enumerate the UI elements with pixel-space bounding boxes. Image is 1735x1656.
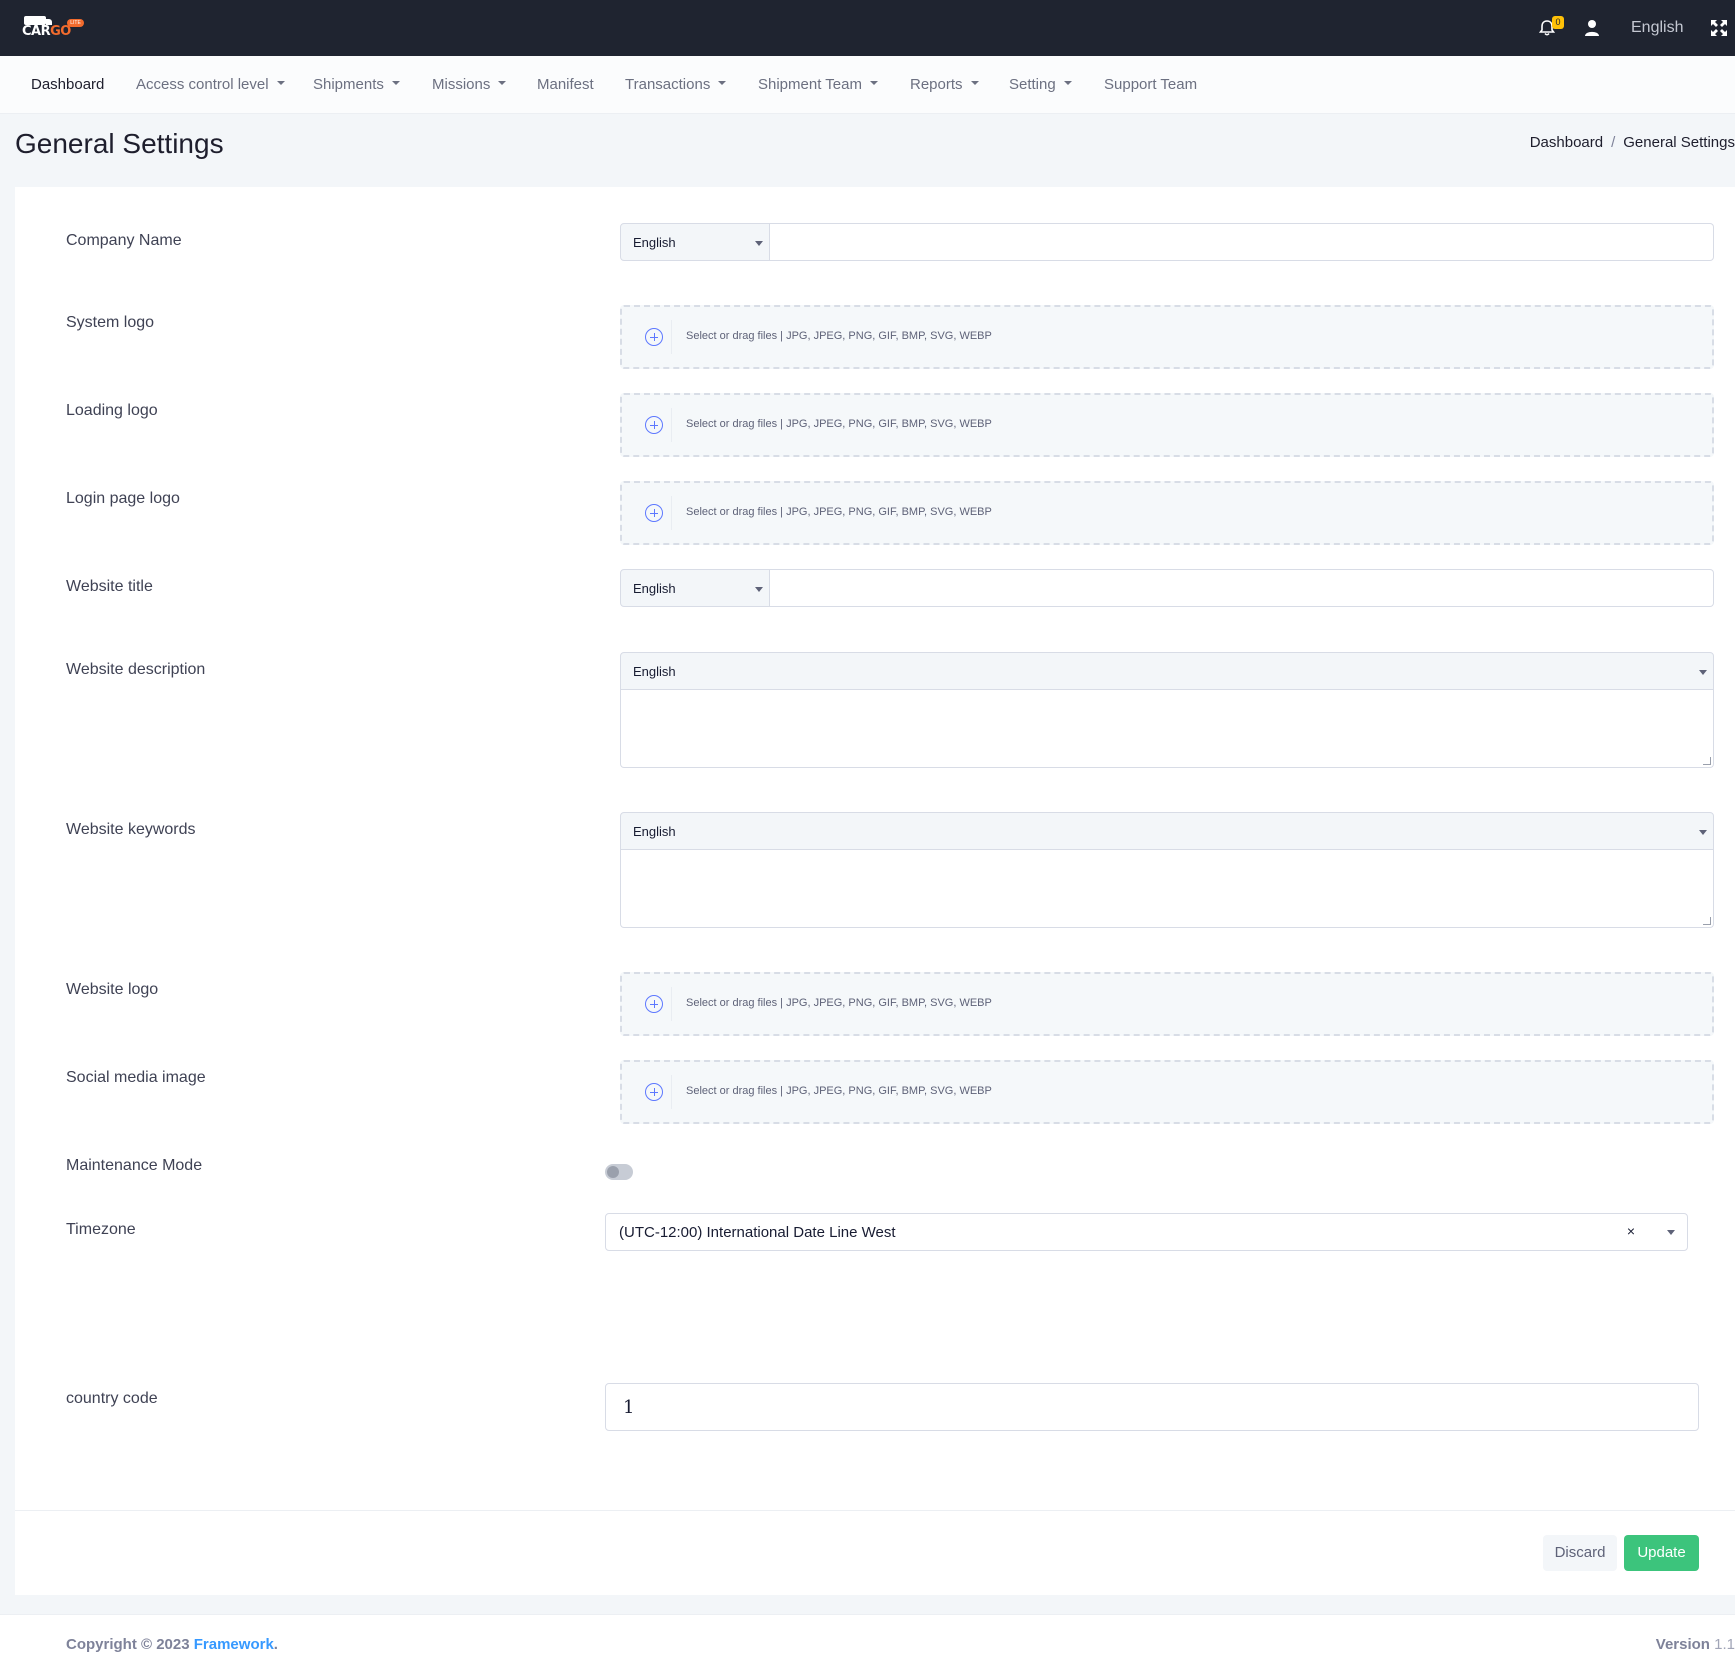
breadcrumb: Dashboard / General Settings — [1529, 134, 1735, 151]
system-logo-upload[interactable]: Select or drag files | JPG, JPEG, PNG, G… — [620, 305, 1714, 369]
social-media-image-label: Social media image — [66, 1069, 206, 1086]
dropdown-arrow-icon — [1699, 830, 1707, 835]
nav-access-control-level[interactable]: Access control level — [136, 76, 285, 93]
caret-down-icon — [718, 81, 727, 86]
nav-manifest[interactable]: Manifest — [537, 76, 594, 93]
country-code-label: country code — [66, 1390, 158, 1407]
resize-handle-icon[interactable] — [1703, 917, 1711, 925]
caret-down-icon — [1063, 81, 1072, 86]
caret-down-icon — [276, 81, 285, 86]
login-page-logo-upload[interactable]: Select or drag files | JPG, JPEG, PNG, G… — [620, 481, 1714, 545]
toggle-knob — [607, 1166, 619, 1178]
loading-logo-label: Loading logo — [66, 402, 158, 419]
nav-shipment-team[interactable]: Shipment Team — [758, 76, 878, 93]
maintenance-mode-label: Maintenance Mode — [66, 1157, 203, 1174]
breadcrumb-current: General Settings — [1623, 134, 1735, 151]
caret-down-icon — [498, 81, 507, 86]
country-code-input[interactable]: 1 — [605, 1383, 1699, 1431]
plus-circle-icon — [645, 995, 663, 1013]
cargo-logo[interactable]: CARGO LITE — [22, 14, 88, 44]
dropdown-arrow-icon — [755, 241, 763, 246]
upload-hint: Select or drag files | JPG, JPEG, PNG, G… — [686, 418, 992, 430]
resize-handle-icon[interactable] — [1703, 757, 1711, 765]
caret-down-icon — [970, 81, 979, 86]
timezone-label: Timezone — [66, 1221, 136, 1238]
plus-circle-icon — [645, 1083, 663, 1101]
fullscreen-icon[interactable] — [1710, 19, 1728, 37]
website-title-label: Website title — [66, 578, 153, 595]
login-page-logo-label: Login page logo — [66, 490, 180, 507]
website-keywords-textarea[interactable] — [620, 850, 1714, 928]
nav-transactions[interactable]: Transactions — [625, 76, 727, 93]
website-description-textarea[interactable] — [620, 690, 1714, 768]
breadcrumb-dashboard[interactable]: Dashboard — [1530, 134, 1603, 151]
plus-circle-icon — [645, 328, 663, 346]
timezone-select[interactable]: (UTC-12:00) International Date Line West… — [605, 1213, 1688, 1251]
page-title: General Settings — [15, 128, 224, 159]
upload-hint: Select or drag files | JPG, JPEG, PNG, G… — [686, 330, 992, 342]
user-icon[interactable] — [1582, 18, 1602, 38]
main-nav: Dashboard Access control level Shipments… — [0, 56, 1735, 114]
nav-missions[interactable]: Missions — [432, 76, 507, 93]
website-description-language-select[interactable]: English — [620, 652, 1714, 690]
plus-circle-icon — [645, 416, 663, 434]
logo-wordmark: CARGO — [22, 24, 71, 39]
logo-badge: LITE — [67, 19, 84, 27]
website-title-input[interactable] — [770, 569, 1714, 607]
company-name-language-select[interactable]: English — [620, 223, 770, 261]
social-media-image-upload[interactable]: Select or drag files | JPG, JPEG, PNG, G… — [620, 1060, 1714, 1124]
framework-link[interactable]: Framework — [194, 1636, 274, 1653]
upload-hint: Select or drag files | JPG, JPEG, PNG, G… — [686, 997, 992, 1009]
system-logo-label: System logo — [66, 314, 155, 331]
clear-icon[interactable]: × — [1627, 1223, 1635, 1239]
dropdown-arrow-icon — [1699, 670, 1707, 675]
dropdown-arrow-icon — [755, 587, 763, 592]
website-keywords-label: Website keywords — [66, 821, 196, 838]
website-description-label: Website description — [66, 661, 206, 678]
card-footer-divider — [15, 1510, 1735, 1511]
plus-circle-icon — [645, 504, 663, 522]
copyright-text: Copyright © 2023 Framework. — [66, 1636, 278, 1653]
nav-reports[interactable]: Reports — [910, 76, 979, 93]
caret-down-icon — [869, 81, 878, 86]
upload-hint: Select or drag files | JPG, JPEG, PNG, G… — [686, 1085, 992, 1097]
caret-down-icon — [391, 81, 400, 86]
nav-shipments[interactable]: Shipments — [313, 76, 400, 93]
nav-setting[interactable]: Setting — [1009, 76, 1072, 93]
website-title-language-select[interactable]: English — [620, 569, 770, 607]
company-name-label: Company Name — [66, 232, 182, 249]
notification-count-badge: 0 — [1552, 16, 1564, 29]
upload-hint: Select or drag files | JPG, JPEG, PNG, G… — [686, 506, 992, 518]
website-keywords-language-select[interactable]: English — [620, 812, 1714, 850]
dropdown-arrow-icon[interactable] — [1667, 1230, 1675, 1235]
website-logo-upload[interactable]: Select or drag files | JPG, JPEG, PNG, G… — [620, 972, 1714, 1036]
website-logo-label: Website logo — [66, 981, 159, 998]
discard-button[interactable]: Discard — [1543, 1535, 1617, 1571]
nav-dashboard[interactable]: Dashboard — [31, 76, 104, 93]
language-switcher[interactable]: English — [1631, 19, 1683, 37]
maintenance-mode-toggle[interactable] — [605, 1164, 633, 1180]
loading-logo-upload[interactable]: Select or drag files | JPG, JPEG, PNG, G… — [620, 393, 1714, 457]
timezone-value: (UTC-12:00) International Date Line West — [619, 1224, 896, 1241]
top-bar: CARGO LITE 0 English — [0, 0, 1735, 56]
nav-support-team[interactable]: Support Team — [1104, 76, 1197, 93]
version-text: Version 1.1 — [1655, 1636, 1735, 1653]
update-button[interactable]: Update — [1624, 1535, 1699, 1571]
company-name-input[interactable] — [770, 223, 1714, 261]
